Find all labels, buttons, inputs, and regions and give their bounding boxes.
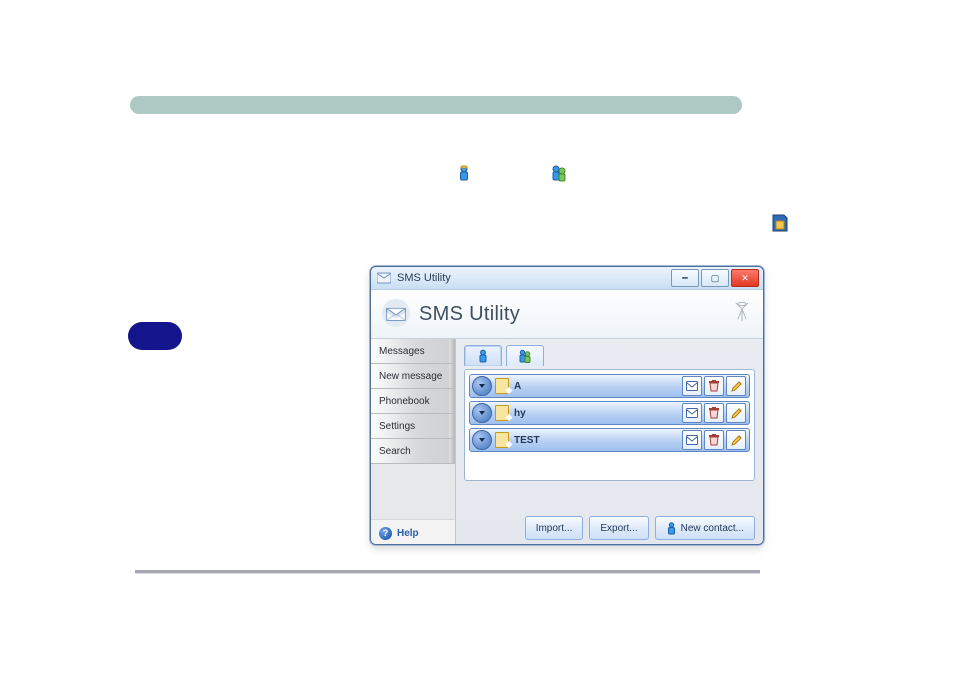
decorative-bar [130, 96, 742, 114]
row-actions [682, 403, 749, 423]
contact-row[interactable]: TEST [469, 428, 750, 452]
row-actions [682, 430, 749, 450]
edit-button[interactable] [726, 403, 746, 423]
sim-icon [495, 378, 509, 394]
contact-list: A [464, 369, 755, 481]
edit-button[interactable] [726, 430, 746, 450]
expand-button[interactable] [472, 403, 492, 423]
main-pane: A [456, 339, 763, 545]
minimize-button[interactable]: ━ [671, 269, 699, 287]
contact-name: hy [512, 408, 682, 419]
pencil-icon [731, 381, 742, 392]
footer-rule [135, 570, 760, 573]
export-button[interactable]: Export... [589, 516, 648, 540]
sidebar-item-label: New message [379, 371, 442, 382]
delete-button[interactable] [704, 403, 724, 423]
send-sms-button[interactable] [682, 403, 702, 423]
sidebar-item-search[interactable]: Search [371, 439, 455, 464]
sidebar-item-label: Phonebook [379, 396, 430, 407]
contact-row[interactable]: hy [469, 401, 750, 425]
mail-icon [686, 408, 698, 418]
help-icon: ? [379, 527, 392, 540]
help-link[interactable]: ? Help [371, 519, 455, 545]
button-label: Import... [536, 523, 573, 534]
sidebar-item-messages[interactable]: Messages [371, 339, 455, 364]
sim-card-icon [772, 214, 788, 232]
app-header: SMS Utility [371, 290, 763, 339]
titlebar: SMS Utility ━ ▢ ✕ [371, 267, 763, 290]
app-title: SMS Utility [419, 303, 520, 326]
send-sms-button[interactable] [682, 430, 702, 450]
contact-row[interactable]: A [469, 374, 750, 398]
delete-button[interactable] [704, 430, 724, 450]
new-contact-button[interactable]: New contact... [655, 516, 755, 540]
sim-icon [495, 432, 509, 448]
button-label: New contact... [681, 523, 744, 534]
new-contact-icon [666, 522, 677, 535]
bottom-button-row: Import... Export... New contact... [464, 502, 755, 540]
import-button[interactable]: Import... [525, 516, 584, 540]
group-person-icon [550, 164, 568, 182]
close-button[interactable]: ✕ [731, 269, 759, 287]
tab-group[interactable] [506, 345, 544, 366]
send-sms-button[interactable] [682, 376, 702, 396]
sms-utility-window: SMS Utility ━ ▢ ✕ SMS Utility [370, 266, 764, 545]
pencil-icon [731, 408, 742, 419]
sim-icon [495, 405, 509, 421]
group-person-icon [518, 349, 532, 363]
trash-icon [709, 434, 719, 446]
signal-icon [731, 300, 753, 322]
decorative-badge [128, 322, 182, 350]
tab-single[interactable] [464, 345, 502, 366]
edit-button[interactable] [726, 376, 746, 396]
app-body: Messages New message Phonebook Settings … [371, 339, 763, 545]
sidebar: Messages New message Phonebook Settings … [371, 339, 456, 545]
envelope-icon [381, 298, 411, 328]
sidebar-item-new-message[interactable]: New message [371, 364, 455, 389]
expand-button[interactable] [472, 376, 492, 396]
sidebar-item-label: Search [379, 446, 411, 457]
maximize-button[interactable]: ▢ [701, 269, 729, 287]
single-person-icon [455, 164, 473, 182]
sidebar-item-label: Messages [379, 346, 425, 357]
sidebar-item-settings[interactable]: Settings [371, 414, 455, 439]
sidebar-item-label: Settings [379, 421, 415, 432]
window-buttons: ━ ▢ ✕ [669, 269, 759, 287]
help-label: Help [397, 528, 419, 539]
trash-icon [709, 380, 719, 392]
contact-name: A [512, 381, 682, 392]
sidebar-filler [371, 464, 455, 519]
sidebar-item-phonebook[interactable]: Phonebook [371, 389, 455, 414]
delete-button[interactable] [704, 376, 724, 396]
contact-name: TEST [512, 435, 682, 446]
trash-icon [709, 407, 719, 419]
mail-icon [686, 435, 698, 445]
row-actions [682, 376, 749, 396]
pencil-icon [731, 435, 742, 446]
button-label: Export... [600, 523, 637, 534]
contact-tabs [464, 345, 755, 366]
single-person-icon [477, 349, 489, 363]
window-title: SMS Utility [397, 272, 451, 284]
expand-button[interactable] [472, 430, 492, 450]
mail-icon [686, 381, 698, 391]
app-icon [377, 271, 391, 285]
